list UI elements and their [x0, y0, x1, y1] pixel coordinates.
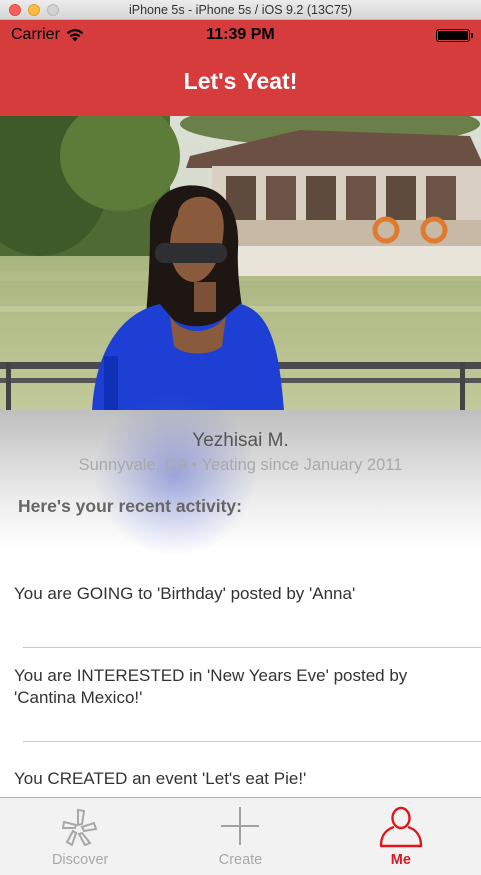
status-time: 11:39 PM — [206, 26, 275, 43]
battery-icon — [436, 29, 473, 42]
photo-blur-overlay — [95, 395, 255, 555]
status-bar: Carrier 11:39 PM — [0, 20, 481, 52]
plus-icon — [221, 807, 260, 845]
profile-info: Yezhisai M. Sunnyvale, CA • Yeating sinc… — [0, 395, 481, 555]
person-icon — [379, 806, 423, 848]
list-divider — [23, 647, 481, 648]
app-screen: Carrier 11:39 PM Let's Yeat! Yezhisai M.… — [0, 20, 481, 875]
tab-create[interactable]: Create — [160, 798, 320, 875]
window-title: iPhone 5s - iPhone 5s / iOS 9.2 (13C75) — [128, 2, 353, 17]
profile-meta: Sunnyvale, CA • Yeating since January 20… — [0, 456, 481, 475]
window-controls — [9, 4, 59, 16]
profile-since: Yeating since January 2011 — [201, 456, 403, 474]
tab-label: Me — [390, 852, 411, 868]
simulator-title-bar: iPhone 5s - iPhone 5s / iOS 9.2 (13C75) — [0, 0, 481, 20]
profile-name: Yezhisai M. — [192, 430, 289, 451]
close-window-button[interactable] — [9, 4, 21, 16]
activity-text: You CREATED an event 'Let's eat Pie!' — [14, 769, 307, 788]
tab-label: Create — [218, 852, 263, 868]
list-divider — [23, 741, 481, 742]
yelp-burst-icon — [61, 808, 98, 846]
meta-separator: • — [191, 456, 198, 474]
tab-label: Discover — [51, 852, 109, 868]
tab-bar: Discover Create Me — [0, 797, 481, 875]
activity-text: You are GOING to 'Birthday' posted by 'A… — [14, 584, 356, 603]
tab-me[interactable]: Me — [321, 798, 481, 875]
zoom-window-button[interactable] — [47, 4, 59, 16]
minimize-window-button[interactable] — [28, 4, 40, 16]
profile-photo — [0, 116, 481, 410]
activity-text: You are INTERESTED in 'New Years Eve' po… — [14, 666, 408, 707]
tab-discover[interactable]: Discover — [0, 798, 160, 875]
activity-heading: Here's your recent activity: — [18, 496, 242, 516]
navigation-bar: Carrier 11:39 PM Let's Yeat! — [0, 20, 481, 116]
nav-title: Let's Yeat! — [183, 68, 298, 94]
profile-location: Sunnyvale, CA — [78, 456, 187, 474]
